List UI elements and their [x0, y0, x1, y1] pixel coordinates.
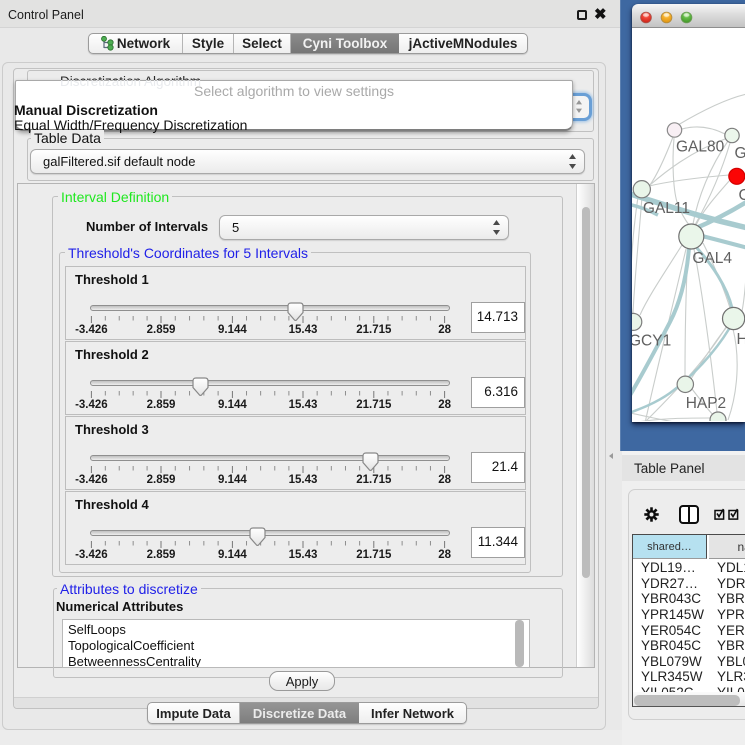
svg-text:C: C	[739, 187, 745, 204]
svg-text:GAL4: GAL4	[692, 250, 732, 267]
svg-text:GCY1: GCY1	[632, 333, 671, 350]
svg-text:HAP2: HAP2	[686, 395, 727, 412]
svg-text:GA: GA	[735, 145, 745, 162]
svg-text:GAL80: GAL80	[676, 139, 725, 156]
svg-text:H: H	[737, 331, 745, 348]
svg-text:GAL11: GAL11	[643, 200, 690, 217]
